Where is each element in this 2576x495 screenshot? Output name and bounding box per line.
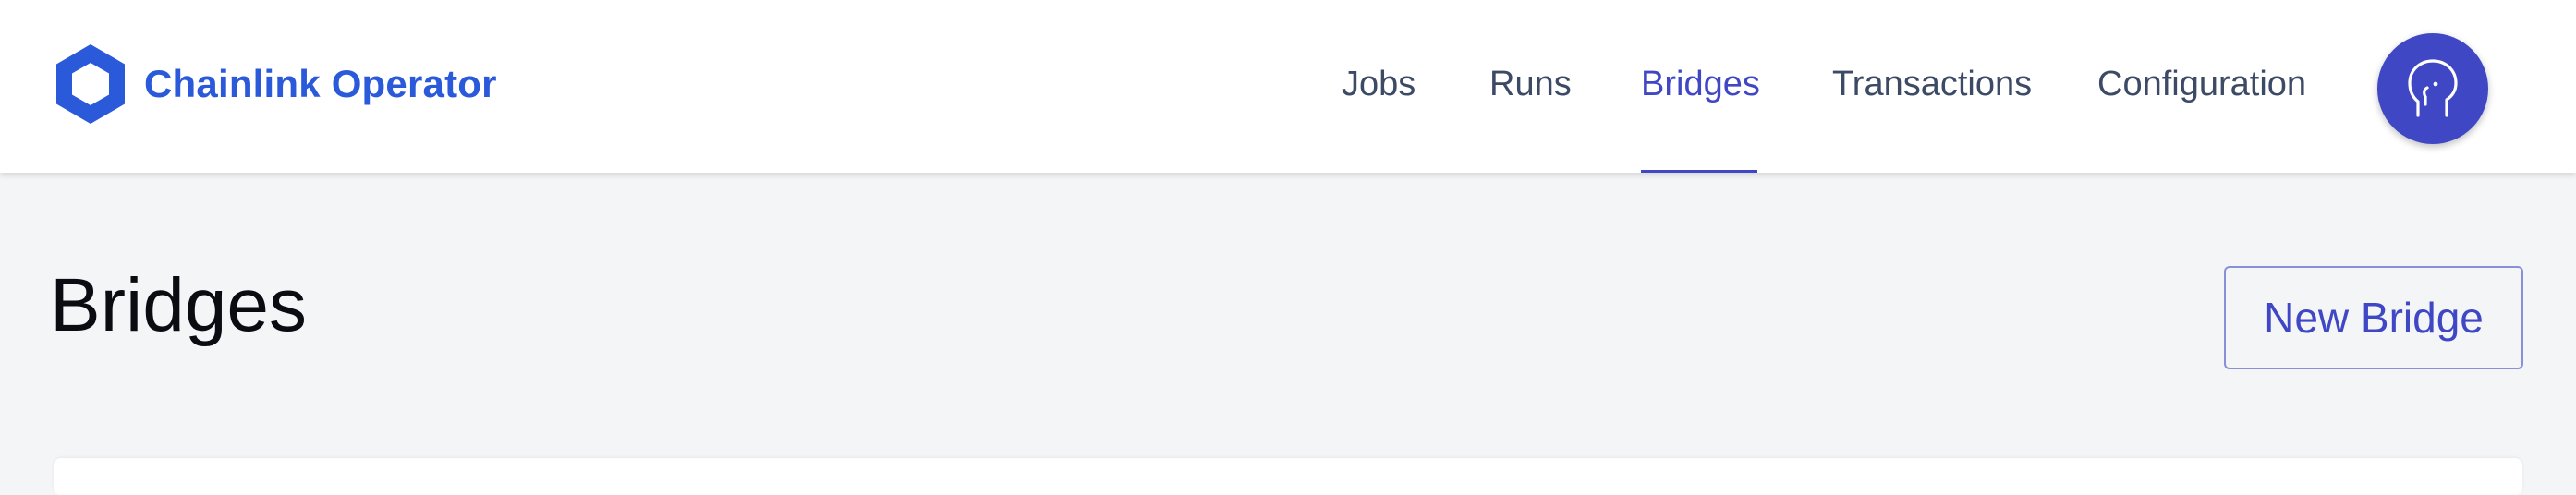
avatar[interactable]	[2377, 33, 2488, 144]
main-nav: Jobs Runs Bridges Transactions Configura…	[0, 0, 2576, 173]
new-bridge-button[interactable]: New Bridge	[2224, 266, 2523, 369]
nav-item-runs[interactable]: Runs	[1489, 65, 1572, 104]
nav-item-jobs[interactable]: Jobs	[1342, 65, 1416, 104]
active-tab-indicator	[1641, 170, 1757, 173]
top-navigation-bar: Chainlink Operator Jobs Runs Bridges Tra…	[0, 0, 2576, 173]
head-profile-icon	[2408, 59, 2458, 117]
nav-item-transactions[interactable]: Transactions	[1832, 65, 2032, 104]
bridges-list-card	[54, 458, 2522, 495]
nav-item-bridges[interactable]: Bridges	[1641, 65, 1760, 104]
nav-item-configuration[interactable]: Configuration	[2097, 65, 2306, 104]
page-title: Bridges	[50, 263, 308, 347]
